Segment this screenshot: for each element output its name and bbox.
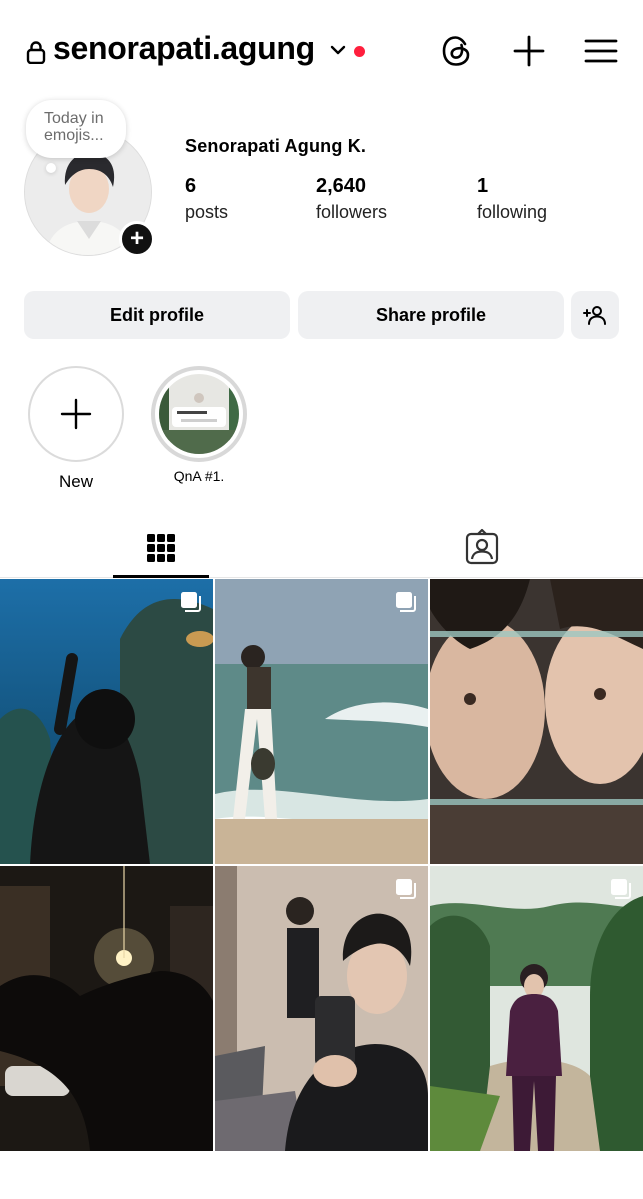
posts-count: 6 <box>185 175 197 197</box>
post-thumbnail-forest-suit[interactable] <box>430 866 643 1151</box>
stat-followers[interactable]: 2,640 followers <box>316 175 387 223</box>
new-highlight-circle <box>28 366 124 462</box>
add-person-icon <box>583 306 606 325</box>
account-username[interactable]: senorapati.agung <box>53 30 315 67</box>
post-image <box>430 579 643 864</box>
menu-icon[interactable] <box>584 34 618 68</box>
post-image <box>215 579 428 864</box>
stat-following[interactable]: 1 following <box>477 175 547 223</box>
post-thumbnail-aquarium[interactable] <box>0 579 213 864</box>
chevron-down-icon[interactable] <box>330 44 346 56</box>
highlight-qna[interactable]: QnA #1. <box>151 366 247 484</box>
multiple-photos-icon <box>396 879 416 899</box>
add-story-badge[interactable]: + <box>119 221 155 257</box>
following-count: 1 <box>477 175 489 197</box>
highlight-label: New <box>58 472 93 491</box>
post-image <box>215 866 428 1151</box>
highlight-label: QnA #1. <box>173 468 225 484</box>
followers-label: followers <box>316 202 388 222</box>
multiple-photos-icon <box>611 879 631 899</box>
edit-profile-button[interactable]: Edit profile <box>24 291 290 339</box>
highlight-new[interactable]: New <box>28 366 124 492</box>
stat-posts[interactable]: 6 posts <box>185 175 228 223</box>
plus-icon <box>60 398 92 430</box>
active-tab-indicator <box>113 575 209 578</box>
content-tabs <box>0 520 643 578</box>
share-profile-button[interactable]: Share profile <box>298 291 564 339</box>
multiple-photos-icon <box>396 592 416 612</box>
post-thumbnail-beach[interactable] <box>215 579 428 864</box>
posts-label: posts <box>185 202 229 222</box>
note-bubble-tail <box>46 163 56 173</box>
post-image <box>0 579 213 864</box>
notification-dot <box>354 46 365 57</box>
post-image <box>0 866 213 1151</box>
followers-count: 2,640 <box>316 175 367 197</box>
discover-people-button[interactable] <box>571 291 619 339</box>
full-name: Senorapati Agung K. <box>185 136 367 156</box>
multiple-photos-icon <box>181 592 201 612</box>
post-thumbnail-night-street[interactable] <box>0 866 213 1151</box>
top-bar: senorapati.agung <box>0 0 643 104</box>
post-thumbnail-mirror-closeup[interactable] <box>430 579 643 864</box>
post-image <box>430 866 643 1151</box>
threads-icon[interactable] <box>440 34 474 68</box>
note-bubble[interactable]: Today in emojis... <box>26 100 126 158</box>
following-label: following <box>477 202 548 222</box>
post-thumbnail-mirror-selfie[interactable] <box>215 866 428 1151</box>
lock-icon <box>26 41 46 64</box>
tagged-icon[interactable] <box>462 528 502 568</box>
highlight-cover <box>159 374 239 454</box>
grid-icon[interactable] <box>141 528 181 568</box>
posts-grid <box>0 579 643 1151</box>
create-plus-icon[interactable] <box>512 34 546 68</box>
highlight-ring <box>151 366 247 462</box>
